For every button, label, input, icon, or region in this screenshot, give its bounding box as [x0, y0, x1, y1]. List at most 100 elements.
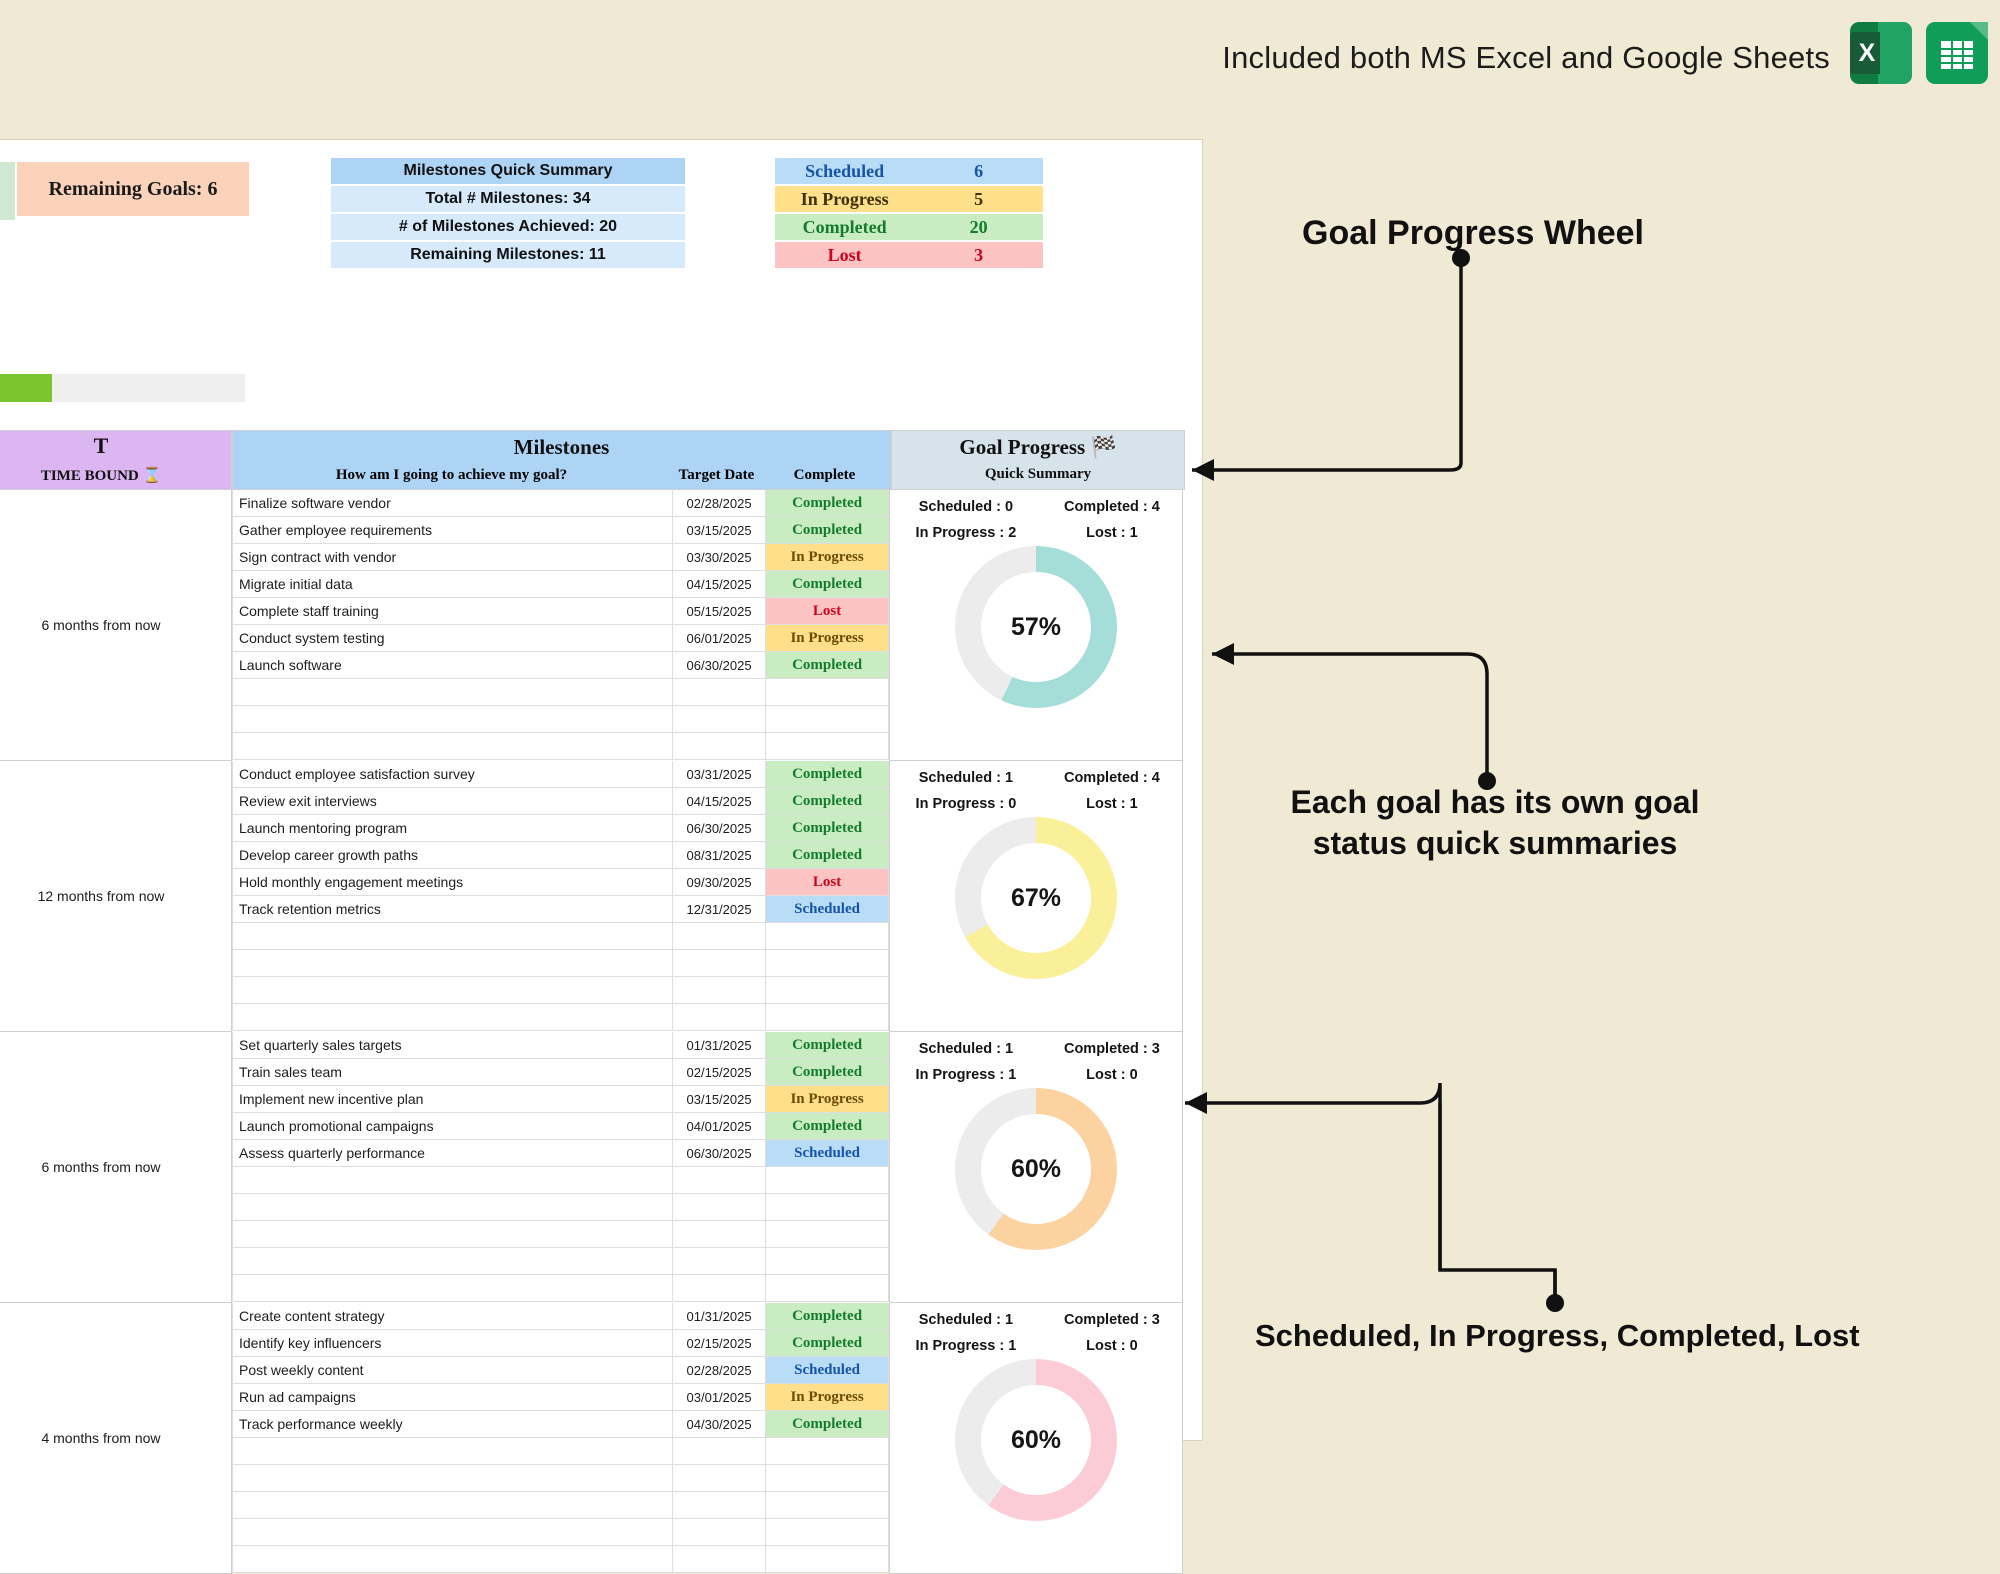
milestone-task[interactable]: [232, 1492, 673, 1519]
milestone-status-badge[interactable]: Completed: [766, 1330, 889, 1357]
milestone-status-badge[interactable]: [766, 923, 889, 950]
milestone-task[interactable]: [232, 950, 673, 977]
milestone-target-date[interactable]: [672, 1438, 767, 1465]
milestone-task[interactable]: Conduct employee satisfaction survey: [232, 761, 673, 788]
milestone-target-date[interactable]: 03/31/2025: [672, 761, 767, 788]
milestone-task[interactable]: Track retention metrics: [232, 896, 673, 923]
milestone-task[interactable]: [232, 1004, 673, 1031]
milestone-target-date[interactable]: 09/30/2025: [672, 869, 767, 896]
milestone-task[interactable]: [232, 1275, 673, 1302]
milestone-target-date[interactable]: [672, 1248, 767, 1275]
milestone-task[interactable]: Post weekly content: [232, 1357, 673, 1384]
milestone-status-badge[interactable]: Completed: [766, 517, 889, 544]
milestone-task[interactable]: Implement new incentive plan: [232, 1086, 673, 1113]
milestone-target-date[interactable]: [672, 1492, 767, 1519]
milestone-target-date[interactable]: 08/31/2025: [672, 842, 767, 869]
milestone-task[interactable]: Migrate initial data: [232, 571, 673, 598]
milestone-target-date[interactable]: 02/15/2025: [672, 1330, 767, 1357]
milestone-task[interactable]: [232, 1546, 673, 1573]
milestone-task[interactable]: Launch mentoring program: [232, 815, 673, 842]
milestone-status-badge[interactable]: [766, 1167, 889, 1194]
milestone-status-badge[interactable]: Completed: [766, 1411, 889, 1438]
milestone-task[interactable]: [232, 706, 673, 733]
milestone-task[interactable]: Train sales team: [232, 1059, 673, 1086]
milestone-status-badge[interactable]: Completed: [766, 815, 889, 842]
milestone-target-date[interactable]: 04/01/2025: [672, 1113, 767, 1140]
milestone-task[interactable]: Set quarterly sales targets: [232, 1032, 673, 1059]
milestone-status-badge[interactable]: Completed: [766, 571, 889, 598]
milestone-target-date[interactable]: 02/15/2025: [672, 1059, 767, 1086]
milestone-status-badge[interactable]: [766, 1492, 889, 1519]
milestone-target-date[interactable]: 06/01/2025: [672, 625, 767, 652]
milestone-task[interactable]: [232, 1194, 673, 1221]
milestone-target-date[interactable]: [672, 950, 767, 977]
milestone-target-date[interactable]: 12/31/2025: [672, 896, 767, 923]
milestone-status-badge[interactable]: Completed: [766, 1059, 889, 1086]
milestone-status-badge[interactable]: Completed: [766, 761, 889, 788]
milestone-status-badge[interactable]: Completed: [766, 1032, 889, 1059]
milestone-status-badge[interactable]: [766, 733, 889, 760]
milestone-task[interactable]: Run ad campaigns: [232, 1384, 673, 1411]
milestone-task[interactable]: Identify key influencers: [232, 1330, 673, 1357]
milestone-target-date[interactable]: [672, 733, 767, 760]
milestone-target-date[interactable]: 06/30/2025: [672, 815, 767, 842]
milestone-target-date[interactable]: [672, 1194, 767, 1221]
milestone-task[interactable]: [232, 733, 673, 760]
milestone-task[interactable]: [232, 1167, 673, 1194]
milestone-status-badge[interactable]: Scheduled: [766, 1357, 889, 1384]
milestone-target-date[interactable]: [672, 1167, 767, 1194]
milestone-status-badge[interactable]: Completed: [766, 842, 889, 869]
milestone-task[interactable]: Hold monthly engagement meetings: [232, 869, 673, 896]
milestone-target-date[interactable]: 04/15/2025: [672, 571, 767, 598]
time-bound-cell[interactable]: 12 months from now: [0, 761, 232, 1032]
milestone-status-badge[interactable]: Scheduled: [766, 1140, 889, 1167]
milestone-task[interactable]: [232, 1221, 673, 1248]
time-bound-cell[interactable]: 6 months from now: [0, 490, 232, 761]
time-bound-cell[interactable]: 6 months from now: [0, 1032, 232, 1303]
milestone-status-badge[interactable]: In Progress: [766, 1384, 889, 1411]
milestone-task[interactable]: [232, 1248, 673, 1275]
milestone-target-date[interactable]: 01/31/2025: [672, 1032, 767, 1059]
milestone-task[interactable]: [232, 1438, 673, 1465]
milestone-target-date[interactable]: 03/15/2025: [672, 517, 767, 544]
milestone-target-date[interactable]: 02/28/2025: [672, 490, 767, 517]
time-bound-cell[interactable]: 4 months from now: [0, 1303, 232, 1574]
milestone-status-badge[interactable]: Completed: [766, 788, 889, 815]
milestone-task[interactable]: Develop career growth paths: [232, 842, 673, 869]
milestone-target-date[interactable]: [672, 1519, 767, 1546]
milestone-status-badge[interactable]: [766, 1546, 889, 1573]
milestone-task[interactable]: Track performance weekly: [232, 1411, 673, 1438]
milestone-status-badge[interactable]: In Progress: [766, 544, 889, 571]
milestone-status-badge[interactable]: Lost: [766, 598, 889, 625]
milestone-status-badge[interactable]: [766, 1438, 889, 1465]
milestone-status-badge[interactable]: [766, 1248, 889, 1275]
milestone-task[interactable]: [232, 923, 673, 950]
milestone-target-date[interactable]: 06/30/2025: [672, 1140, 767, 1167]
milestone-status-badge[interactable]: Lost: [766, 869, 889, 896]
milestone-task[interactable]: Create content strategy: [232, 1303, 673, 1330]
milestone-target-date[interactable]: [672, 1465, 767, 1492]
milestone-target-date[interactable]: [672, 1275, 767, 1302]
milestone-task[interactable]: [232, 1519, 673, 1546]
milestone-status-badge[interactable]: Scheduled: [766, 896, 889, 923]
milestone-status-badge[interactable]: [766, 950, 889, 977]
milestone-status-badge[interactable]: [766, 1275, 889, 1302]
milestone-status-badge[interactable]: Completed: [766, 1303, 889, 1330]
milestone-target-date[interactable]: 01/31/2025: [672, 1303, 767, 1330]
milestone-target-date[interactable]: [672, 1221, 767, 1248]
milestone-target-date[interactable]: 04/30/2025: [672, 1411, 767, 1438]
milestone-target-date[interactable]: [672, 923, 767, 950]
milestone-status-badge[interactable]: Completed: [766, 490, 889, 517]
milestone-task[interactable]: [232, 977, 673, 1004]
milestone-status-badge[interactable]: [766, 1194, 889, 1221]
milestone-target-date[interactable]: 06/30/2025: [672, 652, 767, 679]
milestone-status-badge[interactable]: [766, 1519, 889, 1546]
milestone-target-date[interactable]: 02/28/2025: [672, 1357, 767, 1384]
milestone-task[interactable]: Finalize software vendor: [232, 490, 673, 517]
milestone-status-badge[interactable]: Completed: [766, 652, 889, 679]
milestone-task[interactable]: Review exit interviews: [232, 788, 673, 815]
milestone-status-badge[interactable]: [766, 706, 889, 733]
milestone-target-date[interactable]: 04/15/2025: [672, 788, 767, 815]
milestone-task[interactable]: [232, 679, 673, 706]
milestone-task[interactable]: Launch software: [232, 652, 673, 679]
